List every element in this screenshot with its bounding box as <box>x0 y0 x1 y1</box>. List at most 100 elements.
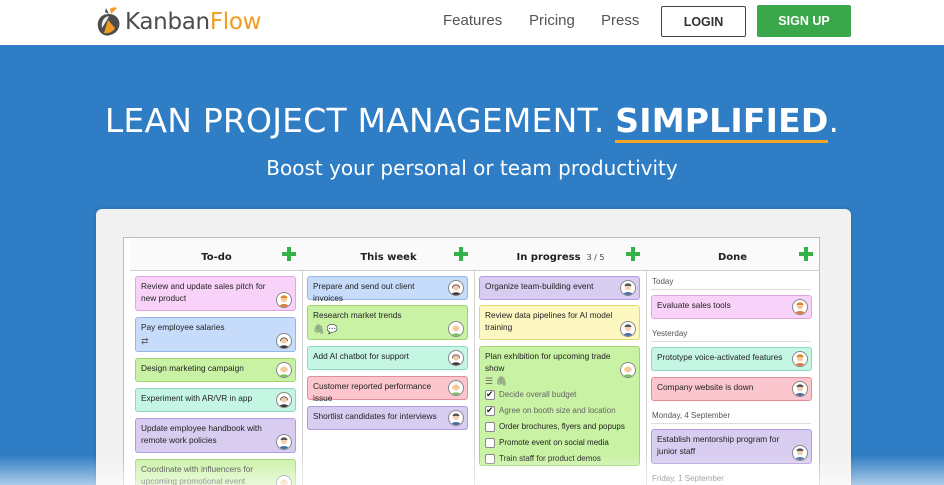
task-card[interactable]: Company website is down <box>651 377 812 401</box>
person-woman-avatar-icon <box>276 392 292 408</box>
task-card[interactable]: Experiment with AR/VR in app <box>135 388 296 412</box>
checklist-item[interactable]: Train staff for product demos <box>485 453 601 465</box>
day-group-label: Friday, 1 September <box>652 474 724 483</box>
task-card[interactable]: Pay employee salaries ⇄ <box>135 317 296 352</box>
task-text: Design marketing campaign <box>141 363 244 373</box>
column-header: Done <box>646 238 819 271</box>
checkbox-checked-icon[interactable] <box>485 389 495 400</box>
checklist-item-text: Decide overall budget <box>499 390 577 399</box>
add-task-icon[interactable] <box>626 247 640 261</box>
nav-link-features[interactable]: Features <box>443 12 502 29</box>
hero-title: LEAN PROJECT MANAGEMENT. SIMPLIFIED. <box>0 101 944 143</box>
add-task-icon[interactable] <box>454 247 468 261</box>
login-button[interactable]: LOGIN <box>661 6 746 37</box>
nav-link-pricing[interactable]: Pricing <box>529 12 575 29</box>
add-task-icon[interactable] <box>799 247 813 261</box>
checkbox-checked-icon[interactable] <box>485 405 495 416</box>
task-card[interactable]: Prototype voice-activated features <box>651 347 812 371</box>
person-man-avatar-icon <box>792 445 808 461</box>
person-woman-avatar-icon <box>448 380 464 396</box>
top-navbar: KanbanFlow Features Pricing Press LOGIN … <box>0 0 944 45</box>
column-in-progress: In progress 3 / 5 Organize team-building … <box>474 238 647 485</box>
day-group-label: Monday, 4 September <box>652 411 731 420</box>
person-man-avatar-icon <box>276 292 292 308</box>
task-text: Pay employee salaries <box>141 322 225 332</box>
person-man-avatar-icon <box>620 280 636 296</box>
checklist-item-text: Agree on booth size and location <box>499 406 616 415</box>
hero-title-end: . <box>828 101 840 140</box>
task-card[interactable]: Coordinate with influencers for upcoming… <box>135 459 296 485</box>
task-card[interactable]: Prepare and send out client invoices <box>307 276 468 303</box>
checklist-item-text: Order brochures, flyers and popups <box>499 422 625 431</box>
task-card[interactable]: Establish mentorship program for junior … <box>651 429 812 464</box>
column-title: In progress 3 / 5 <box>474 252 647 263</box>
column-title-text: In progress <box>516 252 581 263</box>
column-title: This week <box>360 252 417 263</box>
kanban-board: To-do Review and update sales pitch for … <box>123 237 820 485</box>
task-text: Prepare and send out client invoices <box>313 281 415 303</box>
column-header: In progress 3 / 5 <box>474 238 646 271</box>
person-man-avatar-icon <box>792 381 808 397</box>
task-text: Prototype voice-activated features <box>657 352 783 362</box>
task-card[interactable]: Evaluate sales tools <box>651 295 812 319</box>
column-title: Done <box>717 252 748 263</box>
task-card[interactable]: Research market trends 🖇 💬 <box>307 305 468 340</box>
nav-link-press[interactable]: Press <box>601 12 639 29</box>
task-card[interactable]: Update employee handbook with remote wor… <box>135 418 296 453</box>
hero-subtitle: Boost your personal or team productivity <box>266 156 678 180</box>
column-done: Done Today Evaluate sales tools Yesterda… <box>646 238 819 485</box>
person-man-avatar-icon <box>448 410 464 426</box>
person-woman-avatar-icon <box>620 362 636 378</box>
repeat-icon: ⇄ <box>141 335 149 346</box>
task-text: Customer reported performance issue <box>313 381 432 403</box>
task-card[interactable]: Review data pipelines for AI model train… <box>479 305 640 340</box>
add-task-icon[interactable] <box>282 247 296 261</box>
checklist-item-text: Promote event on social media <box>499 438 609 447</box>
column-title: To-do <box>201 252 232 263</box>
task-text: Add AI chatbot for support <box>313 351 409 361</box>
hero-title-start: LEAN PROJECT MANAGEMENT. <box>104 101 616 140</box>
task-card[interactable]: Customer reported performance issue <box>307 376 468 403</box>
task-text: Company website is down <box>657 382 754 392</box>
task-text: Experiment with AR/VR in app <box>141 393 253 403</box>
wip-limit: 3 / 5 <box>586 253 605 262</box>
kanbanflow-logo-icon <box>97 7 120 36</box>
task-text: Organize team-building event <box>485 281 594 291</box>
checkbox-icon[interactable] <box>485 437 495 448</box>
task-card[interactable]: Shortlist candidates for interviews <box>307 406 468 430</box>
checklist-item[interactable]: Order brochures, flyers and popups <box>485 421 625 433</box>
task-text: Review and update sales pitch for new pr… <box>141 281 266 303</box>
person-man-avatar-icon <box>276 434 292 450</box>
task-card[interactable]: Plan exhibition for upcoming trade show … <box>479 346 640 466</box>
column-this-week: This week Prepare and send out client in… <box>302 238 475 485</box>
checklist-attachment-icons: ☰ 🖇 <box>485 376 507 386</box>
task-card[interactable]: Review and update sales pitch for new pr… <box>135 276 296 311</box>
checkbox-icon[interactable] <box>485 453 495 464</box>
task-text: Shortlist candidates for interviews <box>313 411 437 421</box>
column-header: To-do <box>130 238 302 271</box>
person-woman-avatar-icon <box>448 350 464 366</box>
task-text: Update employee handbook with remote wor… <box>141 423 262 445</box>
attachment-comment-icons: 🖇 💬 <box>313 323 339 334</box>
column-todo: To-do Review and update sales pitch for … <box>130 238 303 485</box>
person-woman-avatar-icon <box>276 475 292 485</box>
person-man-avatar-icon <box>792 299 808 315</box>
signup-button[interactable]: SIGN UP <box>757 5 851 37</box>
logo-text-kanban: Kanban <box>125 9 210 35</box>
kanbanflow-logo[interactable]: KanbanFlow <box>94 5 261 39</box>
checkbox-icon[interactable] <box>485 421 495 432</box>
task-card[interactable]: Add AI chatbot for support <box>307 346 468 370</box>
day-divider <box>651 423 811 424</box>
day-divider <box>651 289 811 290</box>
person-woman-avatar-icon <box>448 321 464 337</box>
logo-text-flow: Flow <box>209 9 262 35</box>
checklist-item[interactable]: Decide overall budget <box>485 389 576 401</box>
person-man-avatar-icon <box>792 351 808 367</box>
person-man-avatar-icon <box>620 321 636 337</box>
checklist-item[interactable]: Agree on booth size and location <box>485 405 616 417</box>
checklist-item[interactable]: Promote event on social media <box>485 437 609 449</box>
task-text: Plan exhibition for upcoming trade show <box>485 351 611 373</box>
task-card[interactable]: Design marketing campaign <box>135 358 296 382</box>
task-card[interactable]: Organize team-building event <box>479 276 640 300</box>
checklist-item-text: Train staff for product demos <box>499 454 601 463</box>
